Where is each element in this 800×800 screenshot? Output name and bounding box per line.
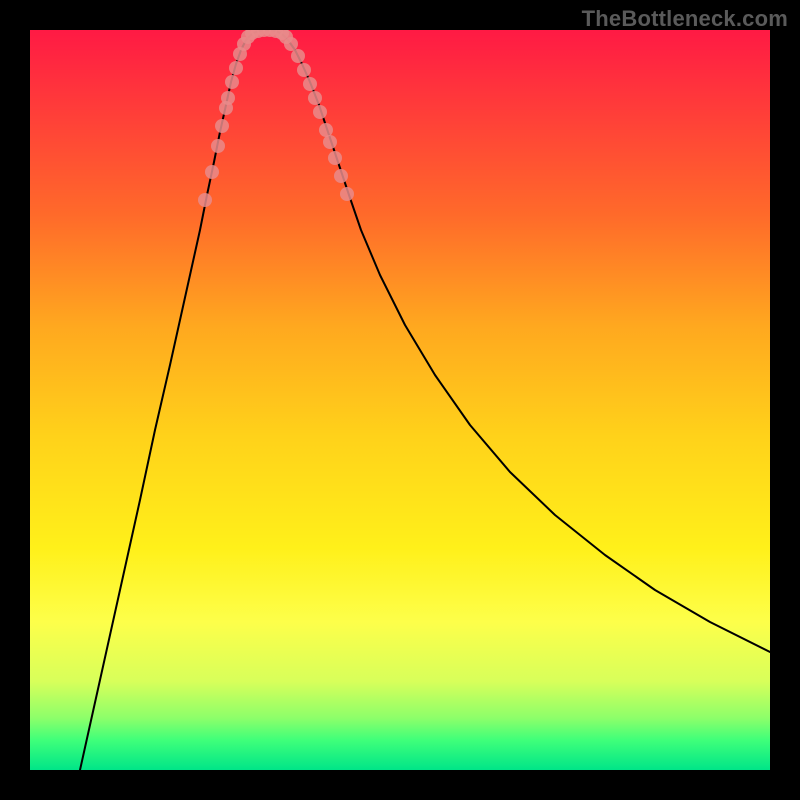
scatter-dot — [313, 105, 327, 119]
scatter-dot — [225, 75, 239, 89]
scatter-dot — [319, 123, 333, 137]
scatter-dot — [291, 49, 305, 63]
scatter-dot — [215, 119, 229, 133]
plot-area — [30, 30, 770, 770]
scatter-dot — [284, 37, 298, 51]
scatter-dot — [211, 139, 225, 153]
scatter-dot — [303, 77, 317, 91]
v-curve — [80, 30, 770, 770]
scatter-dot — [221, 91, 235, 105]
scatter-dot — [340, 187, 354, 201]
scatter-dot — [198, 193, 212, 207]
watermark-text: TheBottleneck.com — [582, 6, 788, 32]
scatter-dot — [328, 151, 342, 165]
chart-frame: TheBottleneck.com — [0, 0, 800, 800]
scatter-dot — [323, 135, 337, 149]
scatter-dots-right — [275, 30, 354, 201]
scatter-dot — [297, 63, 311, 77]
scatter-dot — [334, 169, 348, 183]
scatter-dot — [205, 165, 219, 179]
scatter-dot — [308, 91, 322, 105]
chart-svg — [30, 30, 770, 770]
scatter-dot — [229, 61, 243, 75]
